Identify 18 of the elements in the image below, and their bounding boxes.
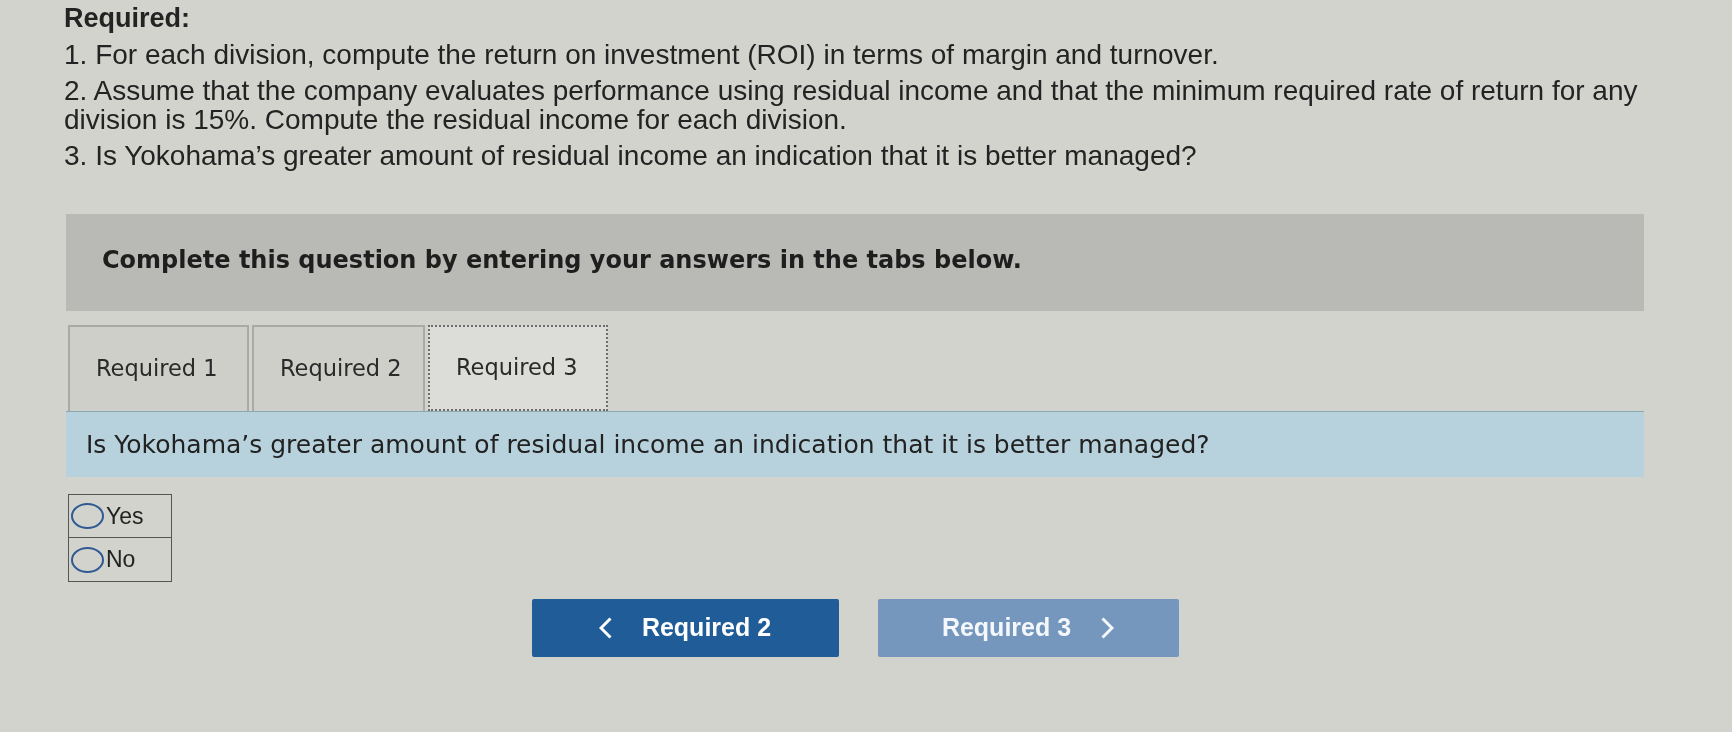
- chevron-left-icon: [598, 617, 612, 639]
- radio-button[interactable]: [71, 546, 104, 573]
- tab[interactable]: Required 1: [68, 325, 249, 411]
- answer-option[interactable]: Yes: [68, 494, 172, 538]
- requirement-text: 2. Assume that the company evaluates performance using residual income and that the minimum required rate of return for any division is 15%. Compute the residual income for each division.: [64, 76, 1639, 134]
- question-text: Is Yokohama’s greater amount of residual income an indication that it is better managed?: [86, 430, 1210, 459]
- chevron-right-icon: [1101, 617, 1115, 639]
- instructions-text: Complete this question by entering your answers in the tabs below.: [102, 246, 1022, 274]
- radio-button[interactable]: [71, 503, 104, 529]
- previous-button[interactable]: Required 2: [531, 599, 839, 657]
- requirement-text: 1. For each division, compute the return on investment (ROI) in terms of margin and turnover.: [64, 40, 1220, 69]
- tab[interactable]: Required 2: [252, 325, 425, 411]
- answer-option[interactable]: No: [68, 538, 172, 582]
- heading: Required:: [64, 4, 191, 33]
- requirement-text: 3. Is Yokohama’s greater amount of residual income an indication that it is better managed?: [64, 141, 1198, 170]
- option-label[interactable]: No: [106, 542, 136, 577]
- tab[interactable]: Required 3: [428, 325, 608, 411]
- option-label[interactable]: Yes: [106, 498, 144, 534]
